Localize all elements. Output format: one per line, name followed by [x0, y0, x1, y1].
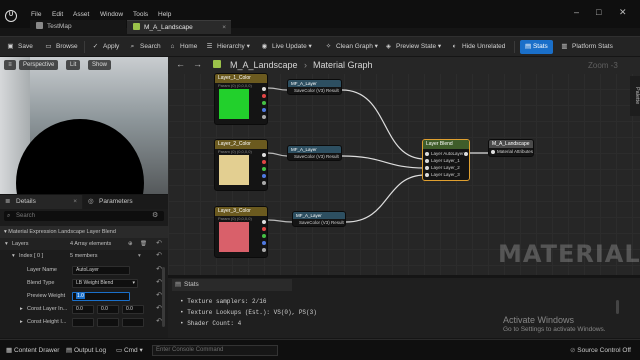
activate-windows-subtitle: Go to Settings to activate Windows.	[503, 326, 606, 333]
output-pin-a[interactable]	[262, 248, 266, 252]
node-title: Layer_3_Color	[215, 207, 267, 216]
node-title: Layer_2_Color	[215, 140, 267, 149]
mf-a-layer-node-3[interactable]: MF_A_Layer SaveColor (V3) Result	[292, 211, 346, 227]
cmd-label: Cmd	[123, 347, 138, 354]
pin-label: SaveColor (V3) Result	[299, 220, 344, 225]
output-pin-b[interactable]	[262, 174, 266, 178]
material-output-node[interactable]: M_A_Landscape Material Attributes	[488, 139, 534, 157]
node-title: Layer_1_Color	[215, 74, 267, 83]
wire	[341, 89, 426, 160]
node-title: MF_A_Layer	[293, 212, 345, 219]
mf-a-layer-node-1[interactable]: MF_A_Layer SaveColor (V3) Result	[287, 79, 342, 95]
layer2-color-node[interactable]: Layer_2_Color Param (0) (0,0,0,0)	[214, 139, 268, 191]
input-pin[interactable]	[425, 152, 429, 156]
stats-tab-label: Stats	[184, 281, 199, 288]
node-title: Layer Blend	[423, 140, 469, 149]
pin-label: Layer Layer_2	[431, 165, 460, 170]
input-pin[interactable]	[425, 159, 429, 163]
pin-label: Layer AutoLayer	[431, 151, 464, 156]
pin-label: Layer Layer_3	[431, 172, 460, 177]
cmd-dropdown[interactable]: ▭ Cmd ▾	[116, 340, 143, 360]
terminal-icon: ▭	[116, 347, 124, 354]
color-swatch	[219, 222, 249, 252]
content-drawer-icon: ▦	[6, 347, 14, 354]
output-pin-g[interactable]	[262, 234, 266, 238]
wire	[267, 87, 288, 91]
source-control-label: Source Control Off	[577, 347, 631, 354]
stat-texture-lookups: • Texture Lookups (Est.): VS(0), PS(3)	[180, 309, 317, 316]
activate-windows-title: Activate Windows	[503, 315, 575, 325]
wire	[267, 152, 288, 157]
source-control-button[interactable]: ⊘ Source Control Off	[570, 340, 631, 360]
stat-text: Texture samplers: 2/16	[187, 298, 267, 305]
output-pin-g[interactable]	[262, 167, 266, 171]
stat-shader-count: • Shader Count: 4	[180, 320, 242, 327]
output-pin-b[interactable]	[262, 241, 266, 245]
node-title: MF_A_Layer	[288, 80, 341, 87]
content-drawer-button[interactable]: ▦ Content Drawer	[6, 340, 59, 360]
output-pin[interactable]	[464, 152, 468, 156]
stats-scrollbar[interactable]	[616, 300, 619, 314]
output-log-button[interactable]: ▤ Output Log	[66, 340, 106, 360]
input-pin[interactable]	[491, 150, 495, 154]
wire	[267, 219, 293, 223]
pin-label: SaveColor (V3) Result	[294, 88, 339, 93]
layer3-color-node[interactable]: Layer_3_Color Param (0) (0,0,0,0)	[214, 206, 268, 258]
output-pin-r[interactable]	[262, 94, 266, 98]
stat-text: Texture Lookups (Est.): VS(0), PS(3)	[187, 309, 317, 316]
output-pin-g[interactable]	[262, 101, 266, 105]
output-log-label: Output Log	[73, 347, 107, 354]
stat-text: Shader Count: 4	[187, 320, 242, 327]
node-title: M_A_Landscape	[489, 140, 533, 148]
mf-a-layer-node-2[interactable]: MF_A_Layer SaveColor (V3) Result	[287, 145, 342, 161]
color-swatch	[219, 89, 249, 119]
layer1-color-node[interactable]: Layer_1_Color Param (0) (0,0,0,0)	[214, 73, 268, 125]
color-swatch	[219, 155, 249, 185]
pin-label: SaveColor (V3) Result	[294, 154, 339, 159]
layer-blend-node[interactable]: Layer Blend Layer AutoLayer Layer Layer_…	[422, 139, 470, 181]
output-pin-r[interactable]	[262, 160, 266, 164]
node-subtitle: Param (0) (0,0,0,0)	[218, 216, 252, 221]
content-drawer-label: Content Drawer	[13, 347, 60, 354]
output-pin[interactable]	[262, 87, 266, 91]
output-log-icon: ▤	[66, 347, 74, 354]
wire	[341, 155, 426, 169]
stats-icon: ▤	[175, 281, 182, 288]
pin-label: Layer Layer_1	[431, 158, 460, 163]
wire	[345, 174, 426, 223]
output-pin-b[interactable]	[262, 108, 266, 112]
pin-label: Material Attributes	[497, 149, 534, 154]
tab-stats[interactable]: ▤ Stats	[172, 279, 292, 291]
stat-texture-samplers: • Texture samplers: 2/16	[180, 298, 267, 305]
output-pin[interactable]	[262, 153, 266, 157]
node-title: MF_A_Layer	[288, 146, 341, 153]
output-pin-a[interactable]	[262, 181, 266, 185]
node-subtitle: Param (0) (0,0,0,0)	[218, 149, 252, 154]
output-pin-a[interactable]	[262, 115, 266, 119]
output-pin[interactable]	[262, 220, 266, 224]
input-pin[interactable]	[425, 166, 429, 170]
console-command-input[interactable]: Enter Console Command	[152, 345, 278, 356]
node-subtitle: Param (0) (0,0,0,0)	[218, 83, 252, 88]
input-pin[interactable]	[425, 173, 429, 177]
output-pin-r[interactable]	[262, 227, 266, 231]
status-bar: ▦ Content Drawer ▤ Output Log ▭ Cmd ▾ En…	[0, 339, 640, 360]
